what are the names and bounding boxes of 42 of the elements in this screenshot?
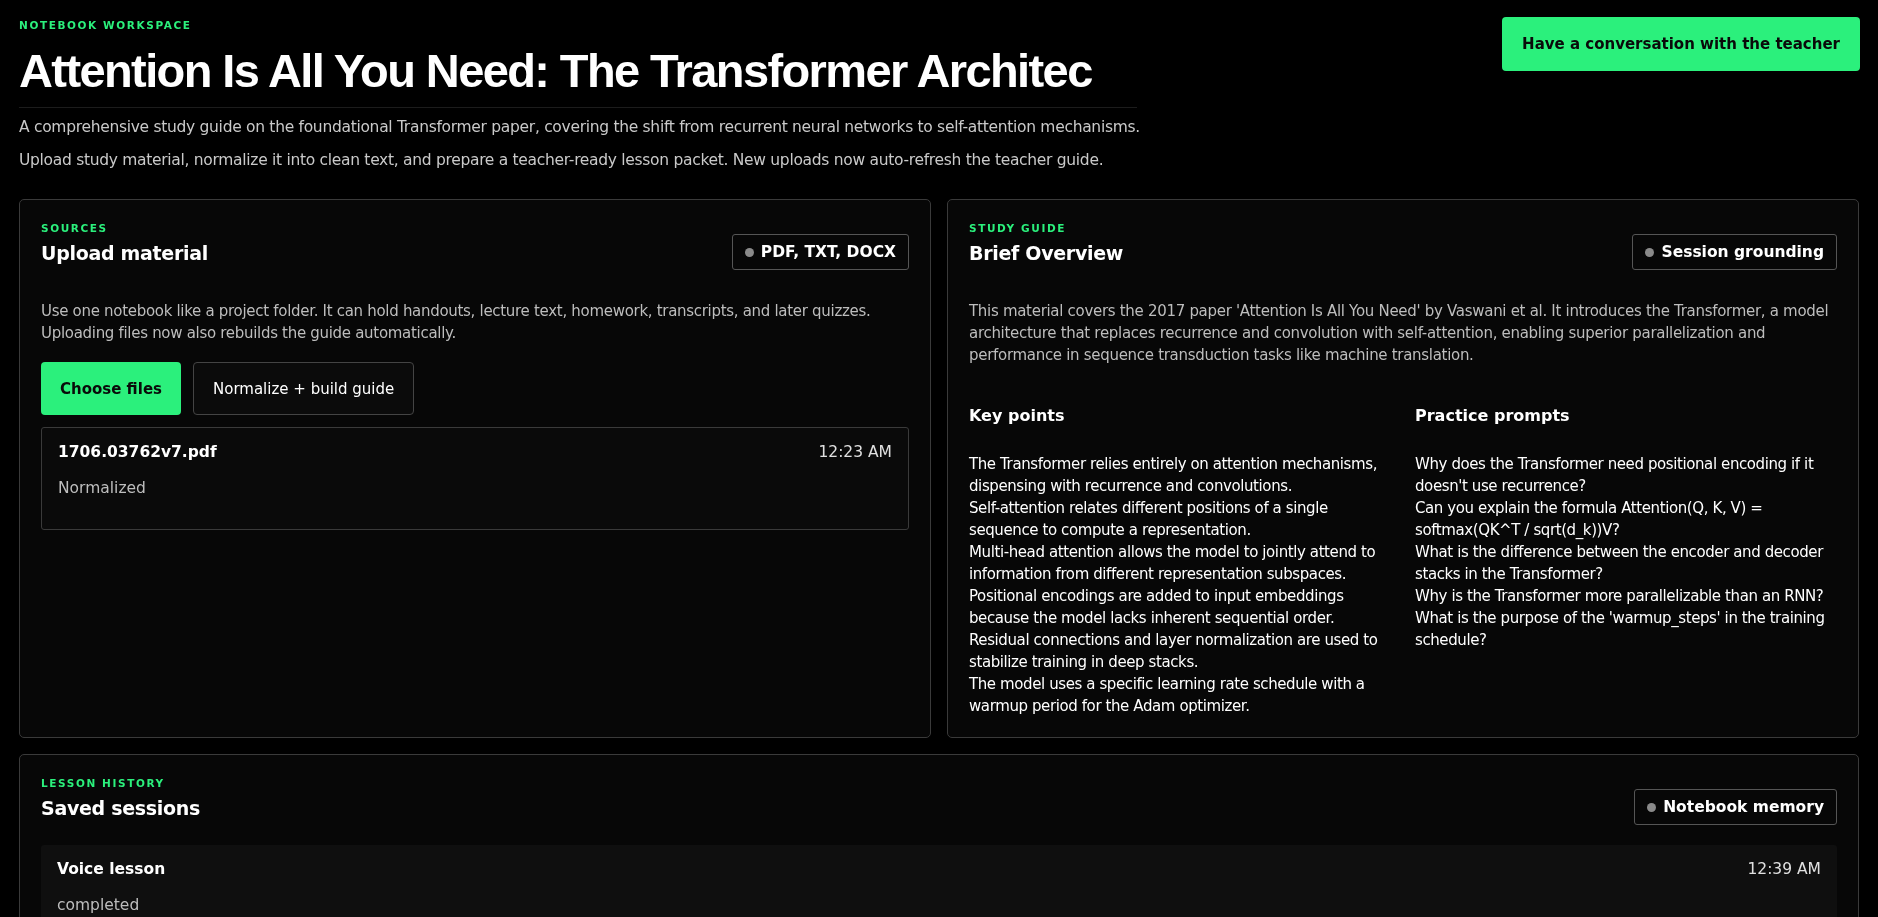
section-label: STUDY GUIDE <box>969 222 1067 235</box>
column-heading: Practice prompts <box>1415 406 1571 426</box>
overview-text: This material covers the 2017 paper 'Attention Is All You Need' by Vaswani et al. It introduces the Transformer, a model architecture that replaces recurrence and convolution with self-attention, enabling superior parallelization and performance in sequence transduction tasks like machine translation. <box>969 301 1830 367</box>
timestamp: 12:23 AM <box>818 443 892 462</box>
card-title: Saved sessions <box>41 797 200 820</box>
card-title: Brief Overview <box>969 242 1124 265</box>
practice-prompt: Can you explain the formula Attention(Q, K, V) = softmax(QK^T / sqrt(d_k))V? <box>1415 498 1764 542</box>
action-button[interactable]: Normalize + build guide <box>193 362 415 416</box>
session-status: completed <box>57 896 141 915</box>
session-title: Voice lesson <box>57 860 166 879</box>
key-point: Residual connections and layer normalization are used to stabilize training in deep stacks. <box>969 630 1379 674</box>
key-point: The Transformer relies entirely on attention mechanisms, dispensing with recurrence and convolutions. <box>969 454 1379 498</box>
practice-prompt: What is the purpose of the 'warmup_steps' in the training schedule? <box>1415 608 1826 652</box>
page-description: Upload study material, normalize it into clean text, and prepare a teacher-ready lesson packet. New uploads now auto-refresh the teacher guide. <box>19 151 1105 170</box>
session-item[interactable]: Voice lesson 12:39 AM completed <box>41 845 1837 917</box>
practice-prompt: Why is the Transformer more parallelizable than an RNN? <box>1415 586 1825 608</box>
page-description: A comprehensive study guide on the foundational Transformer paper, covering the shift from recurrent neural networks to self-attention mechanisms. <box>19 118 1137 137</box>
dot-icon <box>1647 802 1657 812</box>
file-name: 1706.03762v7.pdf <box>58 443 217 462</box>
column-heading: Key points <box>969 406 1066 426</box>
section-label: LESSON HISTORY <box>41 777 166 790</box>
practice-prompt: What is the difference between the encoder and decoder stacks in the Transformer? <box>1415 542 1825 586</box>
teacher-conversation-button[interactable]: Have a conversation with the teacher <box>1502 17 1860 71</box>
section-label: SOURCES <box>41 222 109 235</box>
practice-prompt: Why does the Transformer need positional encoding if it doesn't use recurrence? <box>1415 454 1815 498</box>
key-point: Self-attention relates different positions of a single sequence to compute a representation. <box>969 498 1329 542</box>
workspace-label: NOTEBOOK WORKSPACE <box>19 19 193 31</box>
key-point: The model uses a specific learning rate schedule with a warmup period for the Adam optimizer. <box>969 674 1366 718</box>
timestamp: 12:39 AM <box>1747 860 1821 879</box>
badge-text: Session grounding <box>1661 243 1824 262</box>
page-title: Attention Is All You Need: The Transformer Architec <box>19 43 1092 99</box>
dot-icon <box>744 247 754 257</box>
key-point: Positional encodings are added to input embeddings because the model lacks inherent sequential order. <box>969 586 1345 630</box>
key-point: Multi-head attention allows the model to jointly attend to information from different representation subspaces. <box>969 542 1377 586</box>
dot-icon <box>1645 247 1655 257</box>
file-item[interactable]: 1706.03762v7.pdf 12:23 AM Normalized <box>41 427 909 531</box>
badge-text: Notebook memory <box>1663 798 1824 817</box>
card-title: Upload material <box>41 242 208 265</box>
action-button[interactable]: Choose files <box>41 362 181 416</box>
badge-text: PDF, TXT, DOCX <box>760 243 896 262</box>
sources-description: Use one notebook like a project folder. It can hold handouts, lecture text, homework, transcripts, and later quizzes. Uploading files now also rebuilds the guide automatically. <box>41 301 872 345</box>
file-status: Normalized <box>58 479 147 498</box>
